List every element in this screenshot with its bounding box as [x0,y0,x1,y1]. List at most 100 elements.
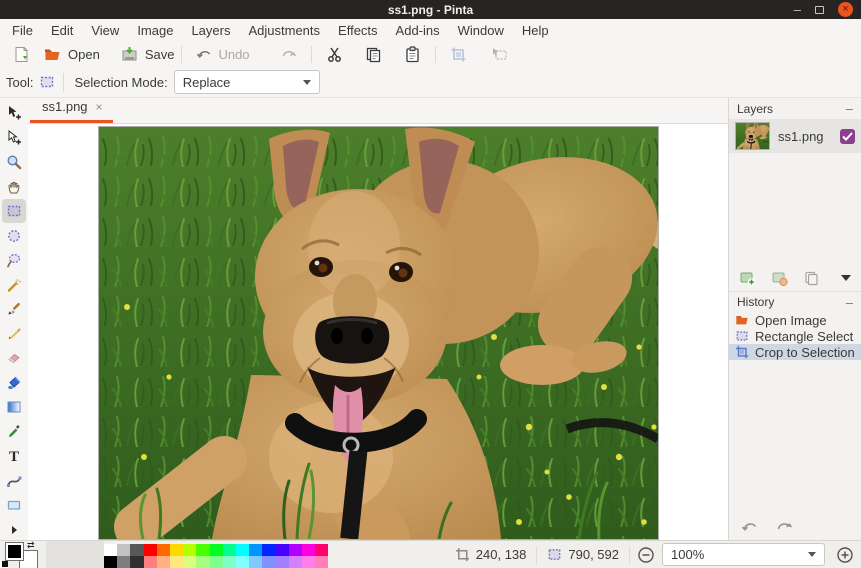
palette-swatch[interactable] [196,544,209,557]
palette-swatch[interactable] [302,544,315,557]
palette-swatch[interactable] [249,556,262,568]
cut-button[interactable] [319,44,350,65]
menu-window[interactable]: Window [449,21,513,40]
tool-rectangle-select[interactable] [2,199,26,223]
menu-edit[interactable]: Edit [42,21,82,40]
tool-pan[interactable] [2,175,26,199]
canvas-image[interactable] [98,126,659,540]
palette-swatch[interactable] [157,544,170,557]
new-image-button[interactable] [6,44,37,65]
tool-paint-bucket[interactable] [2,371,26,395]
palette-swatch[interactable] [104,556,117,568]
history-redo-icon[interactable] [775,518,793,534]
open-button[interactable] [37,44,68,65]
palette-swatch[interactable] [130,556,143,568]
palette-swatch[interactable] [104,544,117,557]
redo-button[interactable] [273,44,304,65]
history-item-crop-to-selection[interactable]: Crop to Selection [729,344,861,360]
menu-file[interactable]: File [3,21,42,40]
tool-zoom[interactable] [2,150,26,174]
menu-view[interactable]: View [82,21,128,40]
palette-swatch[interactable] [236,544,249,557]
tool-pencil[interactable] [2,322,26,346]
layer-menu-dropdown-icon[interactable] [841,275,851,281]
layer-row[interactable]: ss1.png [729,119,861,153]
foreground-color-swatch[interactable] [5,542,24,561]
menu-layers[interactable]: Layers [182,21,239,40]
tool-lasso-select[interactable] [2,248,26,272]
palette-swatch[interactable] [130,544,143,557]
palette-swatch[interactable] [289,556,302,568]
delete-layer-icon[interactable] [771,270,788,287]
layers-minimize-icon[interactable]: – [846,101,853,116]
zoom-out-button[interactable] [636,545,656,565]
swap-colors-icon[interactable]: ⇄ [27,540,35,551]
history-undo-icon[interactable] [741,518,759,534]
palette-swatch[interactable] [275,544,288,557]
history-item-open-image[interactable]: Open Image [729,312,861,328]
palette-swatch[interactable] [144,544,157,557]
palette-swatch[interactable] [262,544,275,557]
paste-button[interactable] [397,44,428,65]
maximize-icon[interactable] [815,6,824,14]
palette-swatch[interactable] [223,556,236,568]
tool-move-selected-pixels[interactable] [2,126,26,150]
tool-text[interactable]: T [2,444,26,468]
palette-swatch[interactable] [315,544,328,557]
reset-colors-icon[interactable] [0,561,8,568]
undo-button[interactable]: Undo [189,44,256,65]
tool-move-selection[interactable] [2,101,26,125]
palette-swatch[interactable] [117,544,130,557]
save-label[interactable]: Save [145,47,175,62]
menu-add-ins[interactable]: Add-ins [387,21,449,40]
add-layer-icon[interactable] [739,270,756,287]
duplicate-layer-icon[interactable] [803,270,820,287]
palette-swatch[interactable] [196,556,209,568]
menu-help[interactable]: Help [513,21,558,40]
open-label[interactable]: Open [68,47,100,62]
menu-effects[interactable]: Effects [329,21,387,40]
tool-line-curve[interactable] [2,469,26,493]
tool-paintbrush[interactable] [2,297,26,321]
zoom-level-combobox[interactable]: 100% [662,543,825,566]
palette-swatch[interactable] [144,556,157,568]
tool-ellipse-select[interactable] [2,224,26,248]
tool-magic-wand[interactable] [2,273,26,297]
palette-swatch[interactable] [210,544,223,557]
selection-mode-dropdown[interactable]: Replace [174,70,320,94]
palette-swatch[interactable] [275,556,288,568]
palette-swatch[interactable] [289,544,302,557]
menu-adjustments[interactable]: Adjustments [239,21,329,40]
crop-to-selection-button[interactable] [443,44,474,65]
palette-swatch[interactable] [249,544,262,557]
save-button[interactable] [114,44,145,65]
tab-close-icon[interactable]: × [96,100,103,114]
palette-swatch[interactable] [302,556,315,568]
palette-swatch[interactable] [236,556,249,568]
tool-shapes[interactable] [2,493,26,517]
deselect-all-button[interactable] [484,44,515,65]
layer-visibility-checkbox[interactable] [840,129,855,144]
history-minimize-icon[interactable]: – [846,295,853,310]
palette-swatch[interactable] [210,556,223,568]
minimize-icon[interactable]: – [794,5,801,15]
palette-swatch[interactable] [170,544,183,557]
palette-swatch[interactable] [117,556,130,568]
palette-swatch[interactable] [157,556,170,568]
history-item-rectangle-select[interactable]: Rectangle Select [729,328,861,344]
tab-ss1-png[interactable]: ss1.png × [30,97,113,123]
color-selector[interactable]: ⇄ [0,541,46,568]
palette-swatch[interactable] [183,556,196,568]
palette-swatch[interactable] [315,556,328,568]
copy-button[interactable] [358,44,389,65]
palette-swatch[interactable] [170,556,183,568]
tool-color-picker[interactable] [2,420,26,444]
tool-eraser[interactable] [2,346,26,370]
menu-image[interactable]: Image [128,21,182,40]
close-icon[interactable]: × [838,2,853,17]
palette-swatch[interactable] [262,556,275,568]
more-tools-button[interactable] [2,518,26,542]
palette-swatch[interactable] [223,544,236,557]
tool-gradient[interactable] [2,395,26,419]
zoom-in-button[interactable] [835,545,855,565]
